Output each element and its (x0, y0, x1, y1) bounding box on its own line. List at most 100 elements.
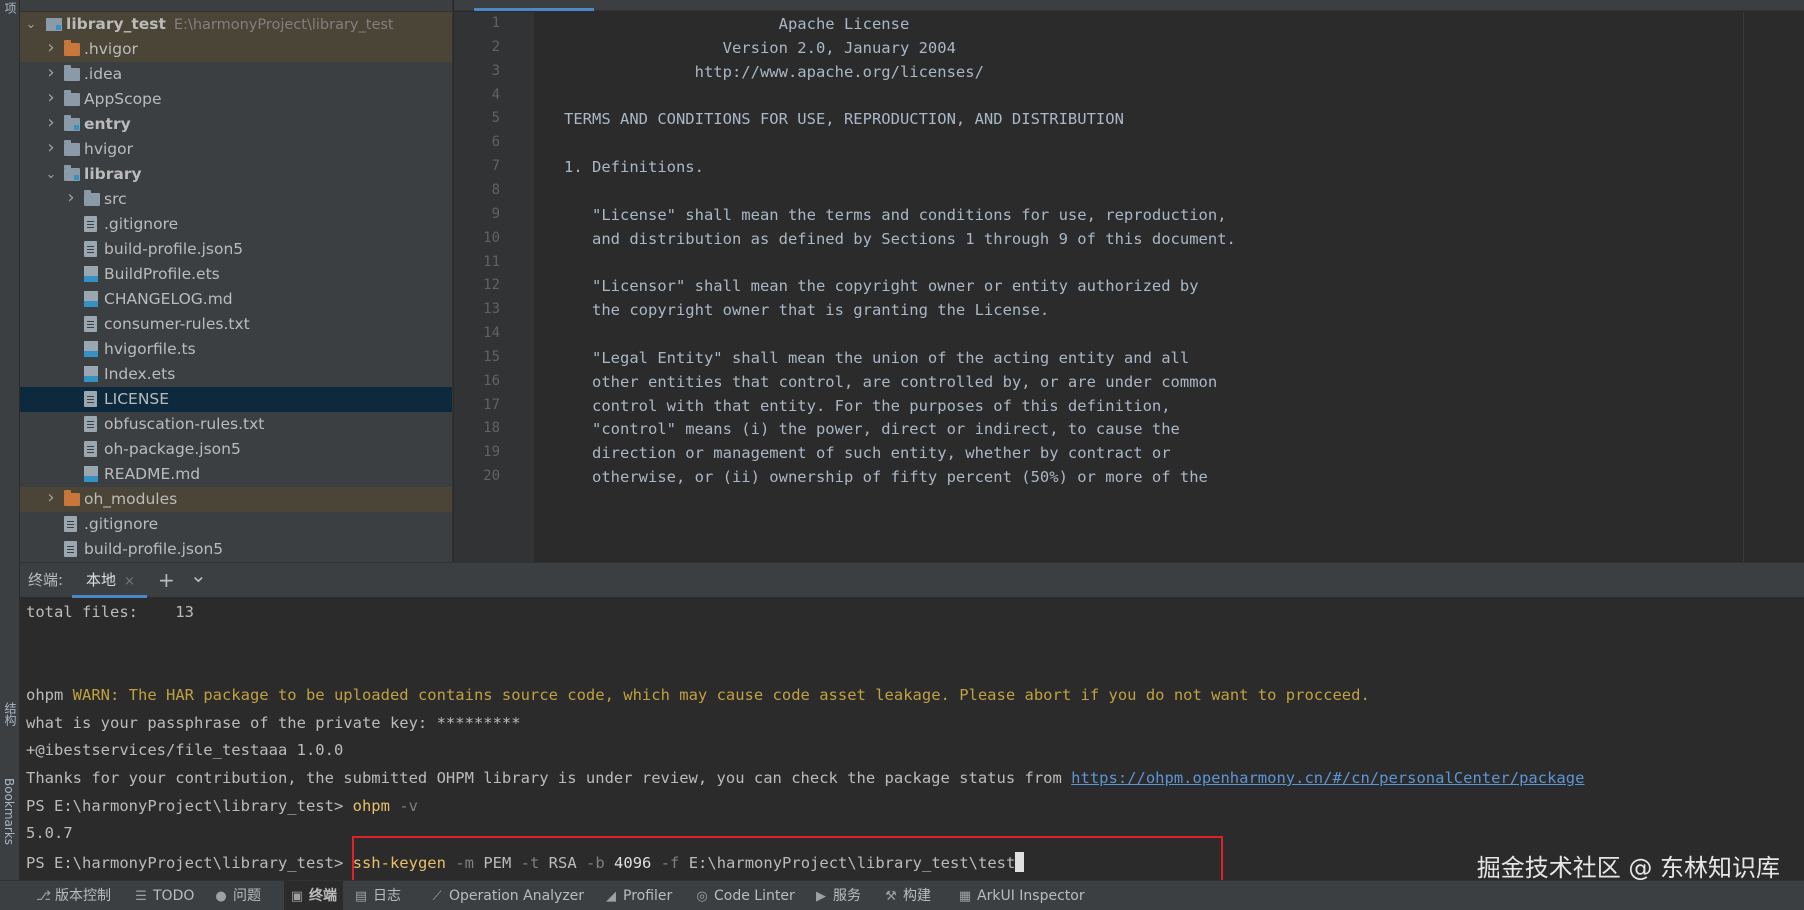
tab-local-label: 本地 (86, 571, 117, 589)
tool-window-button[interactable]: ⎇ 版本控制 (36, 881, 111, 910)
tree-item[interactable]: hvigorfile.ts (20, 337, 452, 362)
tree-item[interactable]: LICENSE (20, 387, 452, 412)
chevron-right-icon[interactable]: › (64, 185, 78, 210)
tree-item[interactable]: Index.ets (20, 362, 452, 387)
tool-window-button[interactable]: ▣ 终端 (284, 881, 343, 910)
tree-item[interactable]: build-profile.json5 (20, 237, 452, 262)
tool-window-icon: ⎇ (36, 889, 51, 904)
text-file-icon (84, 441, 97, 457)
tool-window-icon: ◎ (696, 889, 708, 904)
package-status-link[interactable]: https://ohpm.openharmony.cn/#/cn/persona… (1071, 769, 1584, 787)
tree-root-path: E:\harmonyProject\library_test (173, 17, 394, 33)
code-line: "Licensor" shall mean the copyright owne… (536, 277, 1199, 296)
tree-item[interactable]: › src (20, 187, 452, 212)
module-folder-icon (64, 115, 80, 131)
tree-item[interactable]: README.md (20, 462, 452, 487)
tree-item[interactable]: › entry (20, 112, 452, 137)
tree-item[interactable]: CHANGELOG.md (20, 287, 452, 312)
tree-item[interactable]: BuildProfile.ets (20, 262, 452, 287)
chevron-right-icon[interactable]: › (44, 110, 58, 135)
line-number: 5 (491, 110, 500, 127)
project-panel: ⌄ library_test E:\harmonyProject\library_… (20, 0, 453, 562)
text-file-icon (84, 316, 97, 332)
chevron-down-icon[interactable]: ⌄ (24, 12, 38, 37)
chevron-right-icon[interactable]: › (44, 85, 58, 110)
tree-root-library-test[interactable]: ⌄ library_test E:\harmonyProject\library_… (20, 12, 452, 37)
tree-item[interactable]: › .idea (20, 62, 452, 87)
ets-file-icon (84, 366, 98, 382)
tree-item-label: consumer-rules.txt (104, 315, 250, 333)
excluded-folder-icon (64, 40, 80, 56)
chevron-down-icon[interactable]: ⌄ (190, 558, 207, 593)
terminal-title: 终端: (28, 571, 64, 589)
tool-window-icon: ▣ (290, 889, 304, 904)
line-number: 1 (491, 15, 500, 31)
tree-item[interactable]: › AppScope (20, 87, 452, 112)
tool-window-button[interactable]: ◎ Code Linter (695, 881, 794, 910)
folder-icon (84, 190, 100, 206)
tool-window-button[interactable]: ▶ 服务 (814, 881, 861, 910)
tree-item[interactable]: consumer-rules.txt (20, 312, 452, 337)
code-line: Apache License (536, 15, 910, 33)
folder-icon (64, 65, 80, 81)
line-number-gutter: 1 2 3 4 5 6 7 8 9 10 11 12 13 14 15 16 17 18 19 20 (454, 12, 534, 562)
add-terminal-button[interactable]: + (158, 563, 175, 598)
chevron-right-icon[interactable]: › (44, 60, 58, 85)
tree-item[interactable]: obfuscation-rules.txt (20, 412, 452, 437)
tool-window-label: Profiler (623, 888, 673, 904)
code-line: other entities that control, are control… (536, 372, 1218, 391)
project-panel-toolbar (20, 0, 452, 12)
tree-item[interactable]: build-profile.json5 (20, 537, 452, 562)
code-line: TERMS AND CONDITIONS FOR USE, REPRODUCTI… (536, 110, 1124, 129)
tree-root-label: library_test (66, 15, 166, 33)
tool-window-icon: ▶ (816, 889, 826, 904)
tool-window-label: 日志 (373, 888, 401, 904)
left-tool-strip: 项 结构 Bookmarks (0, 0, 20, 880)
tree-item[interactable]: .gitignore (20, 212, 452, 237)
tool-window-button[interactable]: ⚒ 构建 (884, 881, 931, 910)
tool-window-button[interactable]: ● 问题 (214, 881, 261, 910)
tree-item-label: entry (84, 115, 131, 133)
project-tool-tab[interactable]: 项 (2, 2, 19, 14)
code-line: the copyright owner that is granting the… (536, 301, 1050, 320)
terminal-line-published: +@ibestservices/file_testaaa 1.0.0 (26, 741, 344, 759)
tool-window-icon: ☰ (135, 889, 147, 904)
line-number: 15 (483, 348, 500, 365)
tree-item[interactable]: › hvigor (20, 137, 452, 162)
code-area[interactable]: Apache License Version 2.0, January 2004… (536, 12, 1804, 562)
tree-item-label: BuildProfile.ets (104, 265, 220, 283)
tree-item[interactable]: .gitignore (20, 512, 452, 537)
tool-window-icon: ● (215, 889, 227, 904)
tool-window-button[interactable]: ⟋ Operation Analyzer (430, 881, 584, 910)
code-line: control with that entity. For the purpos… (536, 396, 1171, 415)
tool-window-button[interactable]: ◢ Profiler (604, 881, 672, 910)
bookmarks-tool-tab[interactable]: Bookmarks (2, 778, 16, 845)
chevron-down-icon[interactable]: ⌄ (44, 162, 58, 187)
tool-window-label: ArkUI Inspector (977, 888, 1085, 904)
tab-local[interactable]: 本地 × (72, 563, 147, 598)
line-number: 19 (483, 444, 500, 461)
text-file-icon (84, 391, 97, 407)
tree-item[interactable]: ⌄ library (20, 162, 452, 187)
text-file-icon (84, 416, 97, 432)
code-line: "control" means (i) the power, direct or… (536, 420, 1180, 439)
tree-item[interactable]: › .hvigor (20, 37, 452, 62)
tool-window-icon: ◢ (606, 889, 616, 904)
tab-license[interactable] (474, 0, 594, 11)
close-icon[interactable]: × (124, 574, 135, 589)
chevron-right-icon[interactable]: › (44, 35, 58, 60)
bottom-tool-bar: ⎇ 版本控制 ☰ TODO ● 问题 ▣ 终端 ▤ 日志 ⟋ Operation Analyzer ◢ P… (0, 880, 1804, 910)
tool-window-button[interactable]: ▦ ArkUI Inspector (958, 881, 1085, 910)
tool-window-label: 构建 (903, 888, 931, 904)
folder-icon (64, 90, 80, 106)
tree-item[interactable]: oh-package.json5 (20, 437, 452, 462)
tree-item-label: LICENSE (104, 390, 170, 408)
tool-window-button[interactable]: ▤ 日志 (354, 881, 401, 910)
chevron-right-icon[interactable]: › (44, 135, 58, 160)
structure-tool-tab[interactable]: 结构 (2, 702, 19, 726)
chevron-right-icon[interactable]: › (44, 485, 58, 510)
tree-item[interactable]: › oh_modules (20, 487, 452, 512)
line-number: 4 (491, 86, 500, 103)
line-number: 9 (491, 205, 500, 222)
tool-window-button[interactable]: ☰ TODO (134, 881, 194, 910)
